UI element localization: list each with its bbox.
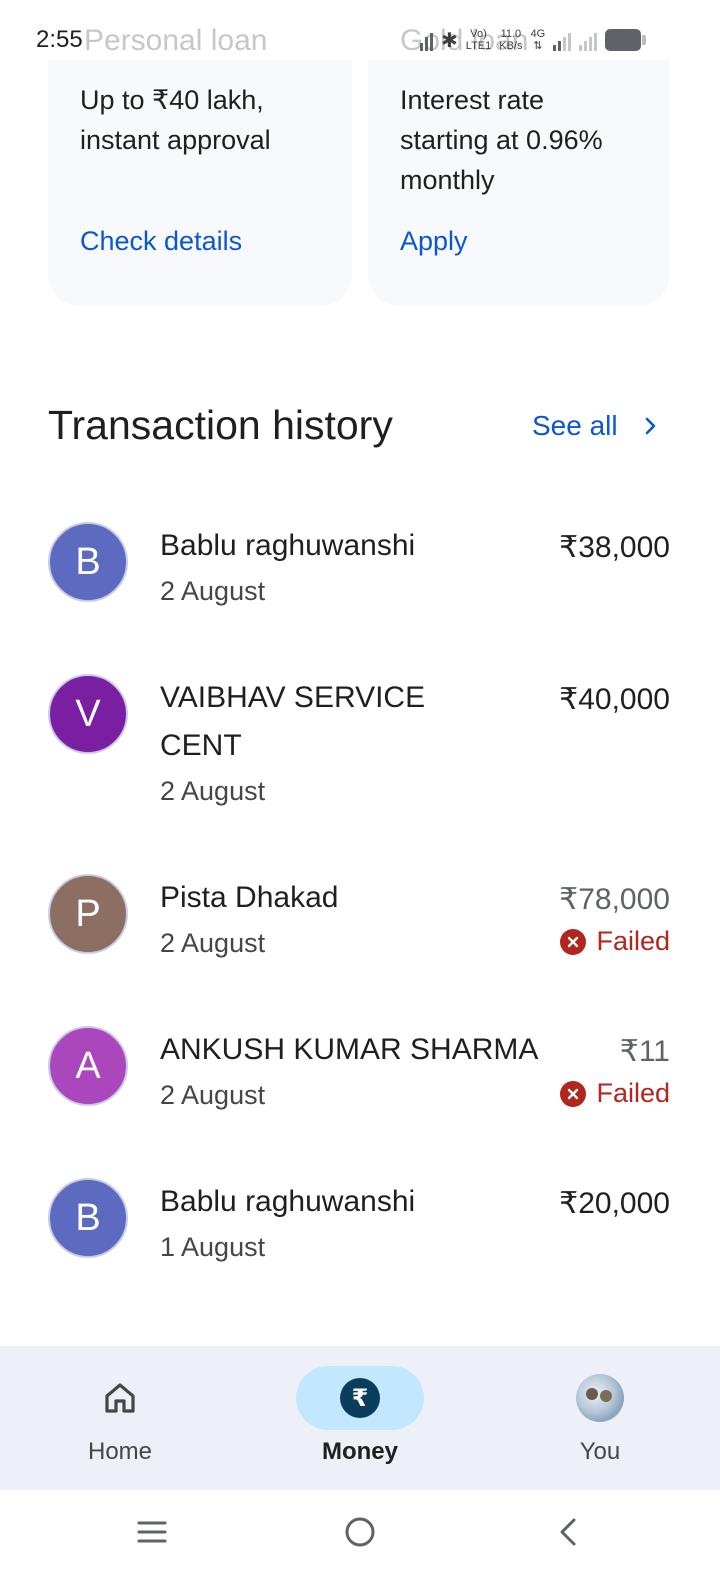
system-navigation-bar	[0, 1490, 720, 1570]
circle-home-icon	[345, 1517, 375, 1547]
gold-loan-description: Interest rate starting at 0.96% monthly	[400, 85, 603, 195]
transaction-history-title: Transaction history	[48, 402, 393, 448]
avatar: B	[48, 522, 128, 602]
status-icons: ✱ Vo) LTE1 11.0 KB/s 4G ⇅	[420, 26, 647, 54]
transaction-date: 2 August	[160, 576, 266, 606]
gold-loan-card[interactable]: Interest rate starting at 0.96% monthly …	[368, 60, 670, 306]
home-icon	[105, 1383, 135, 1413]
see-all-label: See all	[532, 410, 618, 441]
personal-loan-card[interactable]: Up to ₹40 lakh, instant approval Check d…	[48, 60, 352, 306]
failed-label: Failed	[596, 1078, 670, 1108]
you-icon-wrap	[536, 1366, 664, 1430]
personal-loan-description: Up to ₹40 lakh, instant approval	[80, 85, 271, 155]
network-speed: 11.0 KB/s	[499, 28, 523, 52]
status-time: 2:55	[36, 26, 83, 53]
transaction-row[interactable]: A ANKUSH KUMAR SHARMA 2 August ₹11 Faile…	[0, 1024, 720, 1144]
transaction-amount: ₹38,000	[559, 531, 670, 564]
transaction-amount: ₹11	[619, 1035, 670, 1068]
transaction-name: ANKUSH KUMAR SHARMA	[160, 1033, 539, 1066]
transaction-name: Bablu raghuwanshi	[160, 529, 416, 562]
see-all-button[interactable]: See all	[532, 410, 660, 442]
transaction-row[interactable]: B Bablu raghuwanshi 1 August ₹20,000	[0, 1176, 720, 1296]
home-system-button[interactable]	[340, 1512, 380, 1552]
failed-label: Failed	[596, 926, 670, 956]
nav-money-label: Money	[321, 1438, 398, 1465]
back-system-button[interactable]	[548, 1512, 588, 1552]
transaction-date: 2 August	[160, 1080, 266, 1110]
transaction-date: 1 August	[160, 1232, 266, 1262]
check-details-link[interactable]: Check details	[80, 226, 242, 257]
transaction-amount: ₹20,000	[559, 1187, 670, 1220]
transaction-name: Pista Dhakad	[160, 881, 339, 914]
nav-home-label: Home	[87, 1438, 153, 1465]
failed-status: Failed	[560, 1078, 670, 1109]
network-type: 4G ⇅	[530, 28, 546, 52]
profile-avatar-icon	[576, 1374, 624, 1422]
transaction-name: Bablu raghuwanshi	[160, 1185, 416, 1218]
transaction-row[interactable]: V VAIBHAV SERVICE CENT 2 August ₹40,000	[0, 672, 720, 822]
transaction-row[interactable]: B Bablu raghuwanshi 2 August ₹38,000	[0, 520, 720, 640]
transaction-date: 2 August	[160, 776, 266, 806]
transaction-date: 2 August	[160, 928, 266, 958]
nav-home[interactable]: Home	[0, 1346, 240, 1490]
bottom-navigation: Home ₹ Money You	[0, 1346, 720, 1490]
menu-button[interactable]	[132, 1512, 172, 1552]
signal-strength-icon	[553, 29, 572, 51]
transaction-row[interactable]: P Pista Dhakad 2 August ₹78,000 Failed	[0, 872, 720, 992]
chevron-right-icon	[645, 417, 655, 435]
menu-icon	[137, 1521, 167, 1543]
failed-status: Failed	[560, 926, 670, 957]
nav-you-label: You	[579, 1438, 621, 1465]
avatar: A	[48, 1026, 128, 1106]
avatar: V	[48, 674, 128, 754]
nav-you[interactable]: You	[480, 1346, 720, 1490]
ghost-personal-loan-title: Personal loan	[84, 24, 268, 57]
back-chevron-icon	[560, 1518, 576, 1546]
battery-icon	[605, 29, 647, 51]
avatar: P	[48, 874, 128, 954]
money-icon-wrap: ₹	[296, 1366, 424, 1430]
transaction-amount: ₹40,000	[559, 683, 670, 716]
transaction-amount: ₹78,000	[559, 883, 670, 916]
error-icon	[560, 1080, 587, 1107]
rupee-icon: ₹	[340, 1378, 380, 1418]
vibrate-icon	[420, 29, 433, 51]
apply-link[interactable]: Apply	[400, 226, 468, 257]
volte-indicator: Vo) LTE1	[465, 28, 492, 52]
bluetooth-icon: ✱	[441, 29, 458, 52]
home-icon-wrap	[56, 1366, 184, 1430]
error-icon	[560, 928, 587, 955]
nav-money[interactable]: ₹ Money	[240, 1346, 480, 1490]
avatar: B	[48, 1178, 128, 1258]
transaction-name: VAIBHAV SERVICE CENT	[160, 681, 426, 762]
signal-strength-2-icon	[579, 29, 598, 51]
